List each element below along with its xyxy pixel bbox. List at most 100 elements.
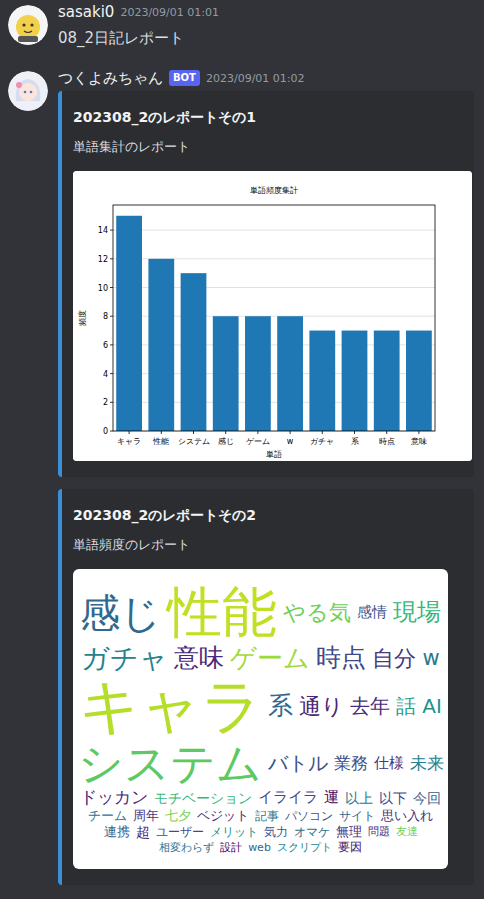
cloud-word: 仕様 (374, 756, 404, 772)
cloud-word: 気力 (264, 826, 288, 839)
cloud-word: 問題 (368, 826, 390, 838)
cloud-word: 記事 (255, 810, 279, 823)
cloud-word: 相変わらず (159, 842, 214, 854)
cloud-word: オマケ (294, 826, 330, 839)
cloud-word: 系 (268, 693, 293, 719)
x-tick-label: システム (178, 437, 210, 446)
embed-title: 202308_2のレポートその1 (73, 107, 472, 127)
y-tick-label: 14 (98, 226, 108, 235)
x-tick-label: 系 (351, 437, 359, 446)
message: つくよみちゃん BOT 2023/09/01 01:02 202308_2のレポートそ… (0, 67, 484, 885)
bar (342, 331, 368, 431)
chat-view: sasaki02023/09/01 01:0108_2日記レポートつくよみちゃん… (0, 0, 484, 899)
cloud-word: キャラ (79, 675, 262, 738)
y-tick-label: 8 (103, 312, 108, 321)
y-tick-label: 6 (103, 341, 108, 350)
x-tick-label: w (287, 437, 294, 446)
cloud-word: 通り (299, 695, 344, 718)
x-tick-label: 意味 (410, 437, 427, 446)
message: sasaki02023/09/01 01:01 08_2日記レポート (0, 1, 484, 49)
cloud-word: チーム (88, 809, 127, 823)
cloud-word: 今回 (413, 791, 441, 806)
cloud-word: 去年 (350, 696, 390, 717)
bar (148, 259, 174, 431)
message-header: sasaki02023/09/01 01:01 (58, 1, 476, 23)
timestamp: 2023/09/01 01:02 (206, 72, 305, 85)
cloud-word: 設計 (220, 842, 242, 854)
cloud-word: ドッカン (80, 789, 148, 807)
embed: 202308_2のレポートその1単語集計のレポート単語頻度集計024681012… (58, 91, 474, 477)
cloud-word: 以下 (379, 791, 407, 806)
embed-description: 単語頻度のレポート (73, 535, 472, 555)
bar (181, 273, 207, 431)
cloud-word: 意味 (174, 645, 224, 671)
cloud-word: 未来 (410, 755, 444, 773)
grid-line (113, 230, 435, 231)
cloud-word: 現場 (393, 600, 441, 625)
cloud-word: AI (422, 696, 442, 717)
cloud-word: 友達 (396, 826, 418, 838)
tick-mark (322, 431, 323, 434)
cloud-word: 時点 (316, 645, 366, 671)
cloud-word: ユーザー (156, 826, 204, 839)
cloud-word: 運 (324, 790, 339, 806)
tick-mark (110, 402, 113, 403)
tick-mark (110, 373, 113, 374)
avatar-icon[interactable] (8, 71, 48, 111)
cloud-word: 無理 (336, 825, 362, 839)
cloud-word: 周年 (133, 809, 159, 823)
x-tick-label: 時点 (379, 437, 395, 446)
y-tick-label: 0 (103, 427, 108, 436)
cloud-word: 七夕 (165, 809, 191, 823)
cloud-word: web (248, 842, 271, 854)
embed: 202308_2のレポートその2単語頻度のレポート感じ性能やる気感情現場ガチャ意… (58, 489, 474, 885)
cloud-word: システム (78, 740, 262, 787)
cloud-word: w (422, 647, 439, 669)
author-name[interactable]: つくよみちゃん (58, 69, 163, 88)
embed-title: 202308_2のレポートその2 (73, 505, 472, 525)
tick-mark (129, 431, 130, 434)
tick-mark (354, 431, 355, 434)
cloud-word: 思い入れ (381, 809, 433, 823)
plot-frame (113, 205, 435, 431)
chart-title: 単語頻度集計 (250, 186, 298, 195)
bar (406, 331, 432, 431)
cloud-word: ゲーム (230, 645, 310, 672)
bar (213, 316, 239, 431)
cloud-word: ガチャ (81, 644, 168, 673)
cloud-word: 業務 (334, 755, 368, 773)
tick-mark (110, 431, 113, 432)
bar (245, 316, 271, 431)
bot-badge: BOT (169, 70, 200, 86)
cloud-word: 連携 (104, 825, 130, 839)
bar (277, 316, 303, 431)
cloud-word: サイト (339, 810, 375, 823)
cloud-word: メリット (210, 826, 258, 839)
x-axis-label: 単語 (266, 450, 282, 459)
tick-mark (418, 431, 419, 434)
cloud-word: パソコン (285, 810, 333, 823)
tick-mark (110, 316, 113, 317)
bar (374, 331, 400, 431)
y-tick-label: 10 (98, 284, 108, 293)
x-tick-label: キャラ (117, 437, 141, 446)
tick-mark (110, 258, 113, 259)
y-axis-label: 頻度 (78, 310, 87, 326)
tick-mark (110, 287, 113, 288)
avatar-icon[interactable] (8, 5, 48, 45)
cloud-word: 感じ (80, 592, 161, 634)
x-tick-label: 性能 (152, 437, 169, 446)
author-name[interactable]: sasaki0 (58, 3, 114, 21)
cloud-word: イライラ (258, 790, 318, 806)
tick-mark (161, 431, 162, 434)
x-tick-label: ガチャ (310, 437, 334, 446)
y-tick-label: 12 (98, 255, 108, 264)
cloud-word: 以上 (345, 791, 373, 806)
word-cloud[interactable]: 感じ性能やる気感情現場ガチャ意味ゲーム時点自分wキャラ系通り去年話AIシステムバ… (73, 569, 448, 869)
message-text: 08_2日記レポート (58, 27, 476, 49)
bar-chart[interactable]: 単語頻度集計02468101214キャラ性能システム感じゲームwガチャ系時点意味… (73, 171, 472, 461)
bar (309, 331, 335, 431)
message-header: つくよみちゃん BOT 2023/09/01 01:02 (58, 67, 476, 89)
tick-mark (386, 431, 387, 434)
tick-mark (110, 344, 113, 345)
